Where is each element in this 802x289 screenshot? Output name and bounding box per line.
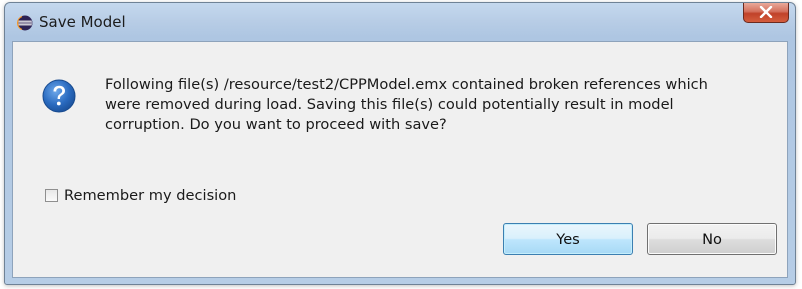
dialog-message: Following file(s) /resource/test2/CPPMod… <box>105 76 708 133</box>
no-button[interactable]: No <box>647 223 777 255</box>
yes-button[interactable]: Yes <box>503 223 633 255</box>
remember-decision-checkbox[interactable] <box>45 189 58 202</box>
remember-decision-label[interactable]: Remember my decision <box>64 187 236 204</box>
question-icon <box>42 79 76 113</box>
remember-decision-option[interactable]: Remember my decision <box>45 187 236 204</box>
eclipse-icon <box>17 15 33 31</box>
title-bar[interactable]: Save Model <box>5 3 795 41</box>
save-model-dialog: Save Model Following file(s) /resource/t… <box>4 2 796 285</box>
close-icon <box>759 6 773 18</box>
dialog-title: Save Model <box>39 13 126 31</box>
close-button[interactable] <box>743 3 789 23</box>
dialog-body: Following file(s) /resource/test2/CPPMod… <box>12 41 788 278</box>
